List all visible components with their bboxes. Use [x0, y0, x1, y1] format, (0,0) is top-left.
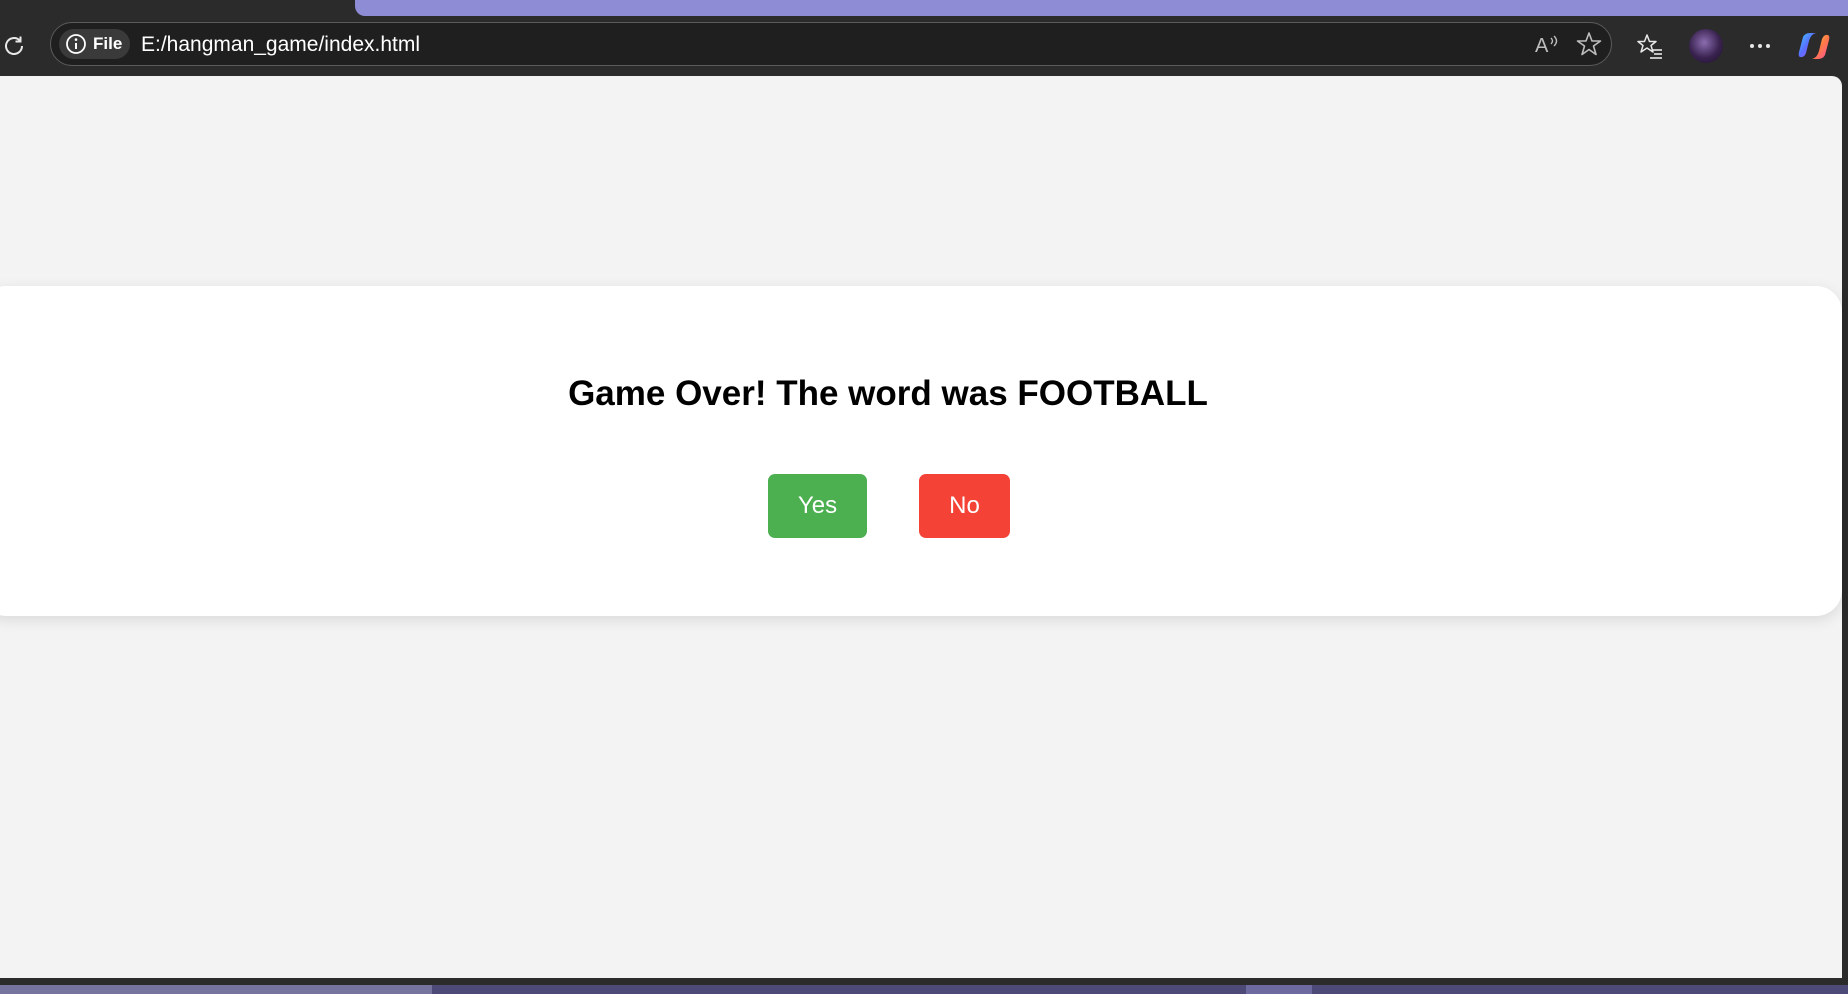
favorites-icon: [1637, 34, 1662, 59]
svg-text:A: A: [1535, 35, 1549, 57]
favorites-button[interactable]: [1632, 28, 1668, 64]
reload-icon: [5, 36, 23, 55]
more-button[interactable]: [1742, 28, 1778, 64]
game-over-modal: Game Over! The word was FOOTBALL Yes No: [0, 286, 1842, 616]
site-info-label: File: [93, 34, 123, 53]
taskbar-segment: [0, 985, 432, 994]
info-icon: [66, 34, 86, 54]
reload-button[interactable]: [0, 33, 28, 59]
site-info-button[interactable]: File: [59, 29, 131, 59]
read-aloud-icon: A: [1535, 35, 1558, 57]
more-icon: [1750, 44, 1770, 48]
tab-strip: [0, 0, 1848, 16]
address-bar[interactable]: File E:/hangman_game/index.html A: [50, 22, 1612, 66]
avatar: [1689, 29, 1723, 63]
taskbar-strip: [0, 978, 1848, 994]
copilot-icon: [1798, 33, 1830, 59]
taskbar-segment: [1246, 985, 1312, 994]
star-icon: [1576, 32, 1602, 56]
profile-button[interactable]: [1688, 28, 1724, 64]
browser-toolbar: File E:/hangman_game/index.html A: [0, 16, 1848, 76]
active-tab-accent: [355, 0, 1848, 16]
read-aloud-button[interactable]: A: [1533, 30, 1561, 63]
game-over-message: Game Over! The word was FOOTBALL: [568, 374, 1208, 413]
no-button[interactable]: No: [919, 474, 1010, 538]
yes-button[interactable]: Yes: [768, 474, 867, 538]
copilot-button[interactable]: [1796, 28, 1832, 64]
favorite-button[interactable]: [1575, 30, 1603, 63]
window-edge: [1842, 76, 1848, 994]
url-text[interactable]: E:/hangman_game/index.html: [141, 33, 420, 57]
